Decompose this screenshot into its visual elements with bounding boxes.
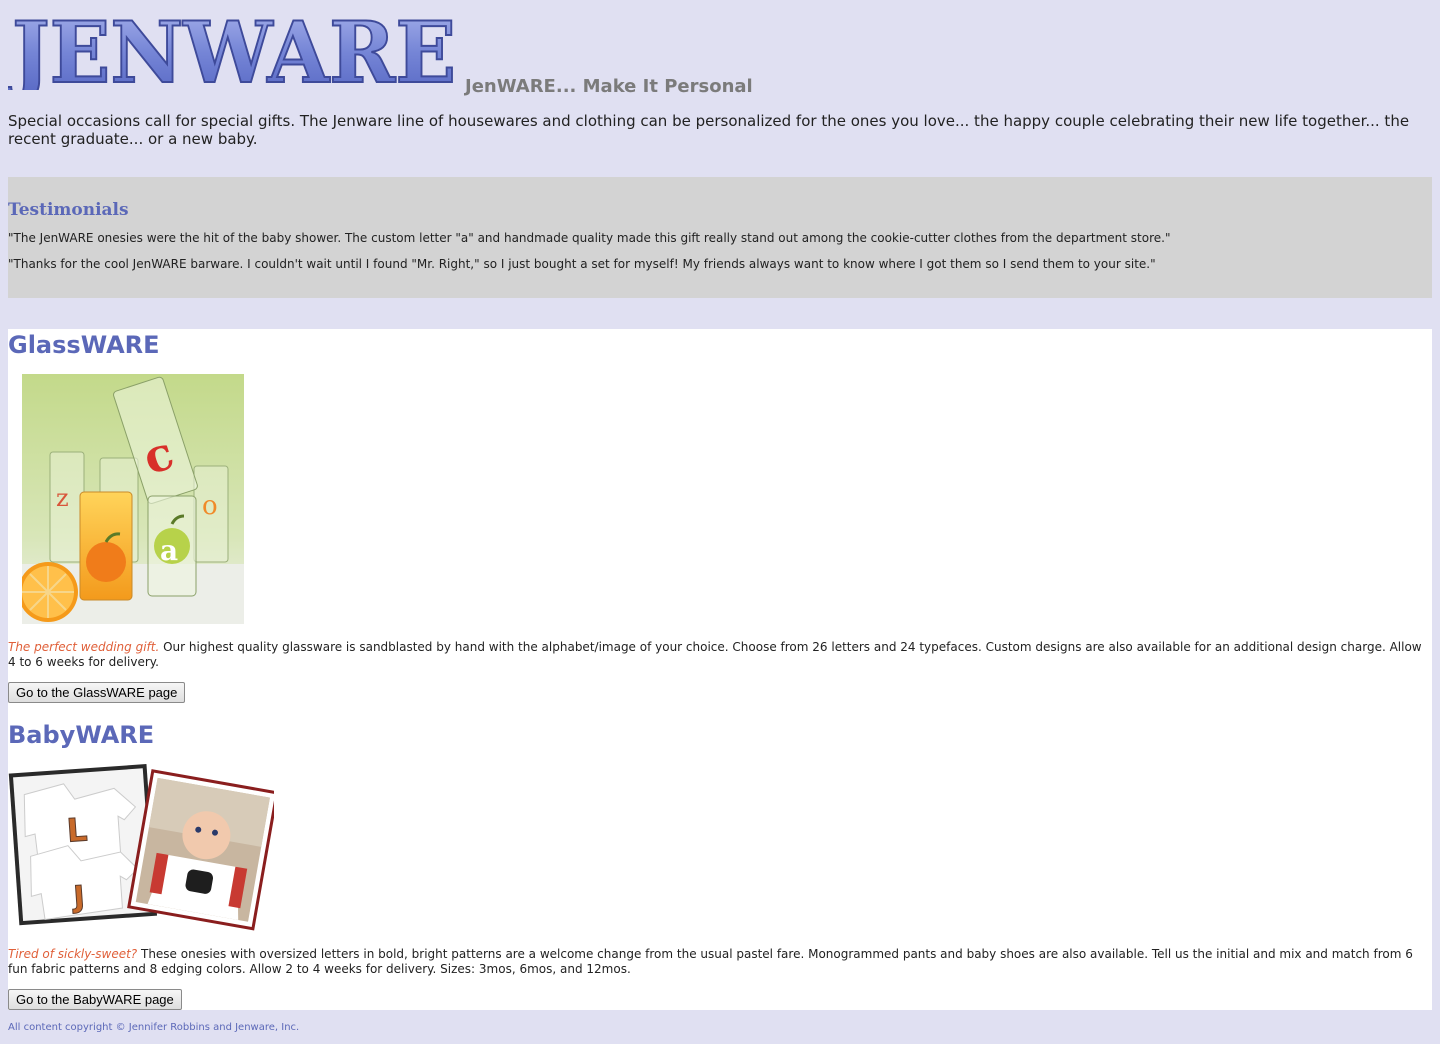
products-section: GlassWARE o z c a The perfect wedding gi… — [8, 329, 1432, 1010]
glassware-body: Our highest quality glassware is sandbla… — [8, 640, 1422, 669]
testimonials-heading: Testimonials — [8, 200, 129, 220]
glassware-lead: The perfect wedding gift. — [8, 640, 160, 654]
svg-text:z: z — [56, 484, 69, 512]
babyware-photo: L J — [8, 764, 274, 931]
header: JENWARE JenWARE... Make It Personal — [8, 8, 1428, 100]
glassware-photo: o z c a — [22, 374, 244, 624]
intro-text: Special occasions call for special gifts… — [8, 112, 1410, 148]
jenware-logo: JENWARE — [8, 8, 457, 90]
testimonial-quote: "Thanks for the cool JenWARE barware. I … — [8, 257, 1156, 271]
glassware-page-button[interactable]: Go to the GlassWARE page — [8, 682, 186, 703]
glassware-heading: GlassWARE — [8, 331, 160, 359]
babyware-heading: BabyWARE — [8, 721, 155, 749]
svg-text:a: a — [160, 534, 178, 567]
testimonial-quote: "The JenWARE onesies were the hit of the… — [8, 231, 1171, 245]
babyware-lead: Tired of sickly-sweet? — [8, 947, 138, 961]
tagline: JenWARE... Make It Personal — [465, 76, 753, 97]
testimonials-panel: Testimonials "The JenWARE onesies were t… — [8, 177, 1432, 298]
babyware-page-button[interactable]: Go to the BabyWARE page — [8, 989, 182, 1010]
svg-text:o: o — [202, 491, 218, 521]
svg-text:JENWARE: JENWARE — [8, 8, 456, 90]
babyware-description: Tired of sickly-sweet? These onesies wit… — [8, 947, 1424, 977]
svg-text:L: L — [66, 810, 89, 849]
footer-copyright: All content copyright © Jennifer Robbins… — [8, 1022, 300, 1033]
glassware-description: The perfect wedding gift. Our highest qu… — [8, 640, 1424, 670]
babyware-body: These onesies with oversized letters in … — [8, 947, 1413, 976]
